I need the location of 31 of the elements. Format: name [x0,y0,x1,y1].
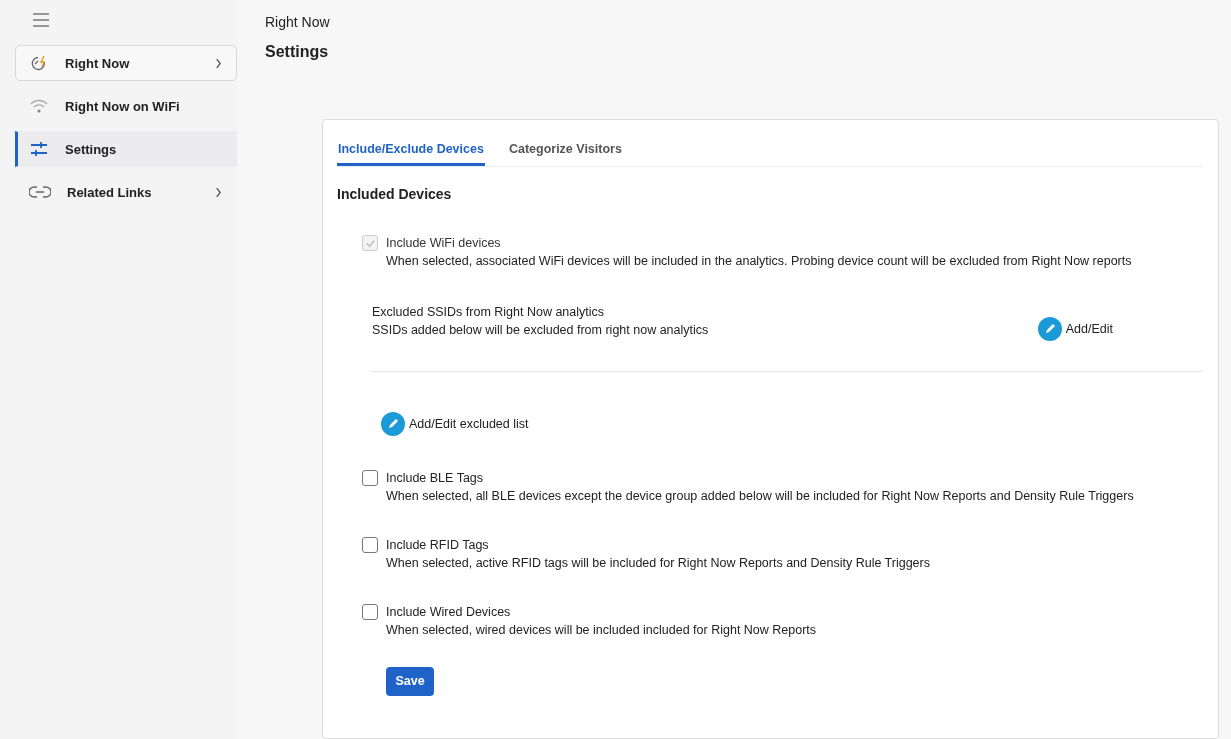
exclusion-title: Excluded SSIDs from Right Now analytics [372,304,606,321]
page-title: Settings [265,43,330,61]
checkbox[interactable] [362,604,378,620]
tab[interactable]: Include/Exclude Devices [337,140,485,166]
chevron-icon [215,186,222,198]
pencil-icon [381,412,405,436]
option-description: When selected, wired devices will be included included for Right Now Reports [386,623,818,637]
option-label: Include RFID Tags [386,538,489,552]
section-title: Included Devices [337,186,453,202]
sidebar-item[interactable]: Settings [15,131,237,167]
pencil-icon [1037,317,1062,341]
wifi-icon [29,98,49,114]
breadcrumb: Right Now [265,14,331,30]
option-label: Include WiFi devices [386,236,501,250]
sidebar-item[interactable]: Right Now [15,45,237,81]
tab[interactable]: Categorize Visitors [507,140,623,166]
option-description: When selected, all BLE devices except the device group added below will be included for Right Now Reports and Density Rule Triggers [386,489,1135,503]
checkbox[interactable] [362,470,378,486]
checkbox[interactable] [362,537,378,553]
option-label: Include Wired Devices [386,605,511,619]
save-button[interactable]: Save [386,666,434,696]
sliders-icon [29,141,49,157]
option-description: When selected, active RFID tags will be included for Right Now Reports and Density Rule Triggers [386,556,931,570]
option-label: Include BLE Tags [386,471,484,485]
chevron-icon [215,57,222,69]
exclusion-subtitle: SSIDs added below will be excluded from right now analytics [372,322,709,339]
link-icon [29,186,51,198]
option-description: When selected, associated WiFi devices will be included in the analytics. Probing device count will be excluded from Right Now reports [386,254,1133,268]
sidebar-item[interactable]: Related Links [15,174,237,210]
sidebar-item[interactable]: Right Now on WiFi [15,88,237,124]
menu-icon[interactable] [32,13,50,27]
